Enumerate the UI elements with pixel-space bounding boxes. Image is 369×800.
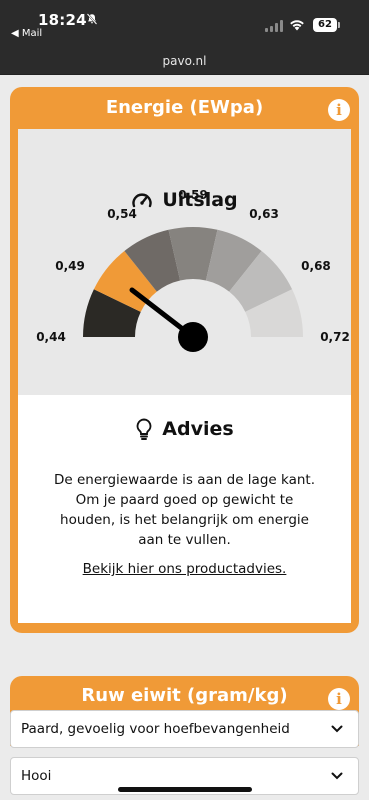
lightbulb-icon xyxy=(136,418,152,440)
info-icon[interactable]: i xyxy=(328,99,350,121)
select-value: Paard, gevoelig voor hoefbevangenheid xyxy=(21,721,290,737)
home-indicator xyxy=(118,787,252,792)
wifi-icon xyxy=(290,20,304,31)
card-title: Energie (EWpa) xyxy=(105,97,264,118)
back-to-mail-link[interactable]: ◀ Mail xyxy=(11,28,42,39)
gauge-label: 0,63 xyxy=(249,207,279,221)
gauge-label: 0,59 xyxy=(178,188,208,202)
card2-title: Ruw eiwit (gram/kg) xyxy=(81,685,288,706)
gauge-label: 0,72 xyxy=(320,330,350,344)
gauge-chart: 0,44 0,49 0,54 0,59 0,63 0,68 0,72 xyxy=(36,188,350,352)
gauge-label: 0,68 xyxy=(301,259,331,273)
gauge-label: 0,54 xyxy=(107,207,137,221)
horse-type-select[interactable]: Paard, gevoelig voor hoefbevangenheid xyxy=(10,710,359,748)
url-bar[interactable]: pavo.nl xyxy=(0,48,369,75)
bell-muted-icon xyxy=(86,13,98,25)
chevron-down-icon xyxy=(331,725,343,733)
gauge-label: 0,44 xyxy=(36,330,66,344)
card-header: Energie (EWpa) i xyxy=(10,87,359,129)
info-icon[interactable]: i xyxy=(328,688,350,710)
status-bar: 18:24 ◀ Mail 62 xyxy=(0,0,369,48)
result-panel: Uitslag 0,44 0,49 0,54 0,59 0,63 0,68 0,72 xyxy=(18,129,351,395)
gauge-hub xyxy=(178,322,208,352)
advice-text: De energiewaarde is aan de lage kant. Om… xyxy=(54,472,315,548)
product-advice-link[interactable]: Bekijk hier ons productadvies. xyxy=(18,561,351,577)
gauge-label: 0,49 xyxy=(55,259,85,273)
chevron-down-icon xyxy=(331,772,343,780)
advice-heading: Advies xyxy=(18,418,351,440)
advice-title: Advies xyxy=(162,418,234,440)
select-value: Hooi xyxy=(21,768,52,784)
clock: 18:24 xyxy=(38,11,87,29)
battery-icon: 62 xyxy=(313,18,340,32)
advice-panel: Advies De energiewaarde is aan de lage k… xyxy=(18,395,351,623)
signal-icon xyxy=(265,20,283,32)
energy-card: Energie (EWpa) i Uitslag 0,44 0,49 0,54 0,5… xyxy=(10,87,359,633)
